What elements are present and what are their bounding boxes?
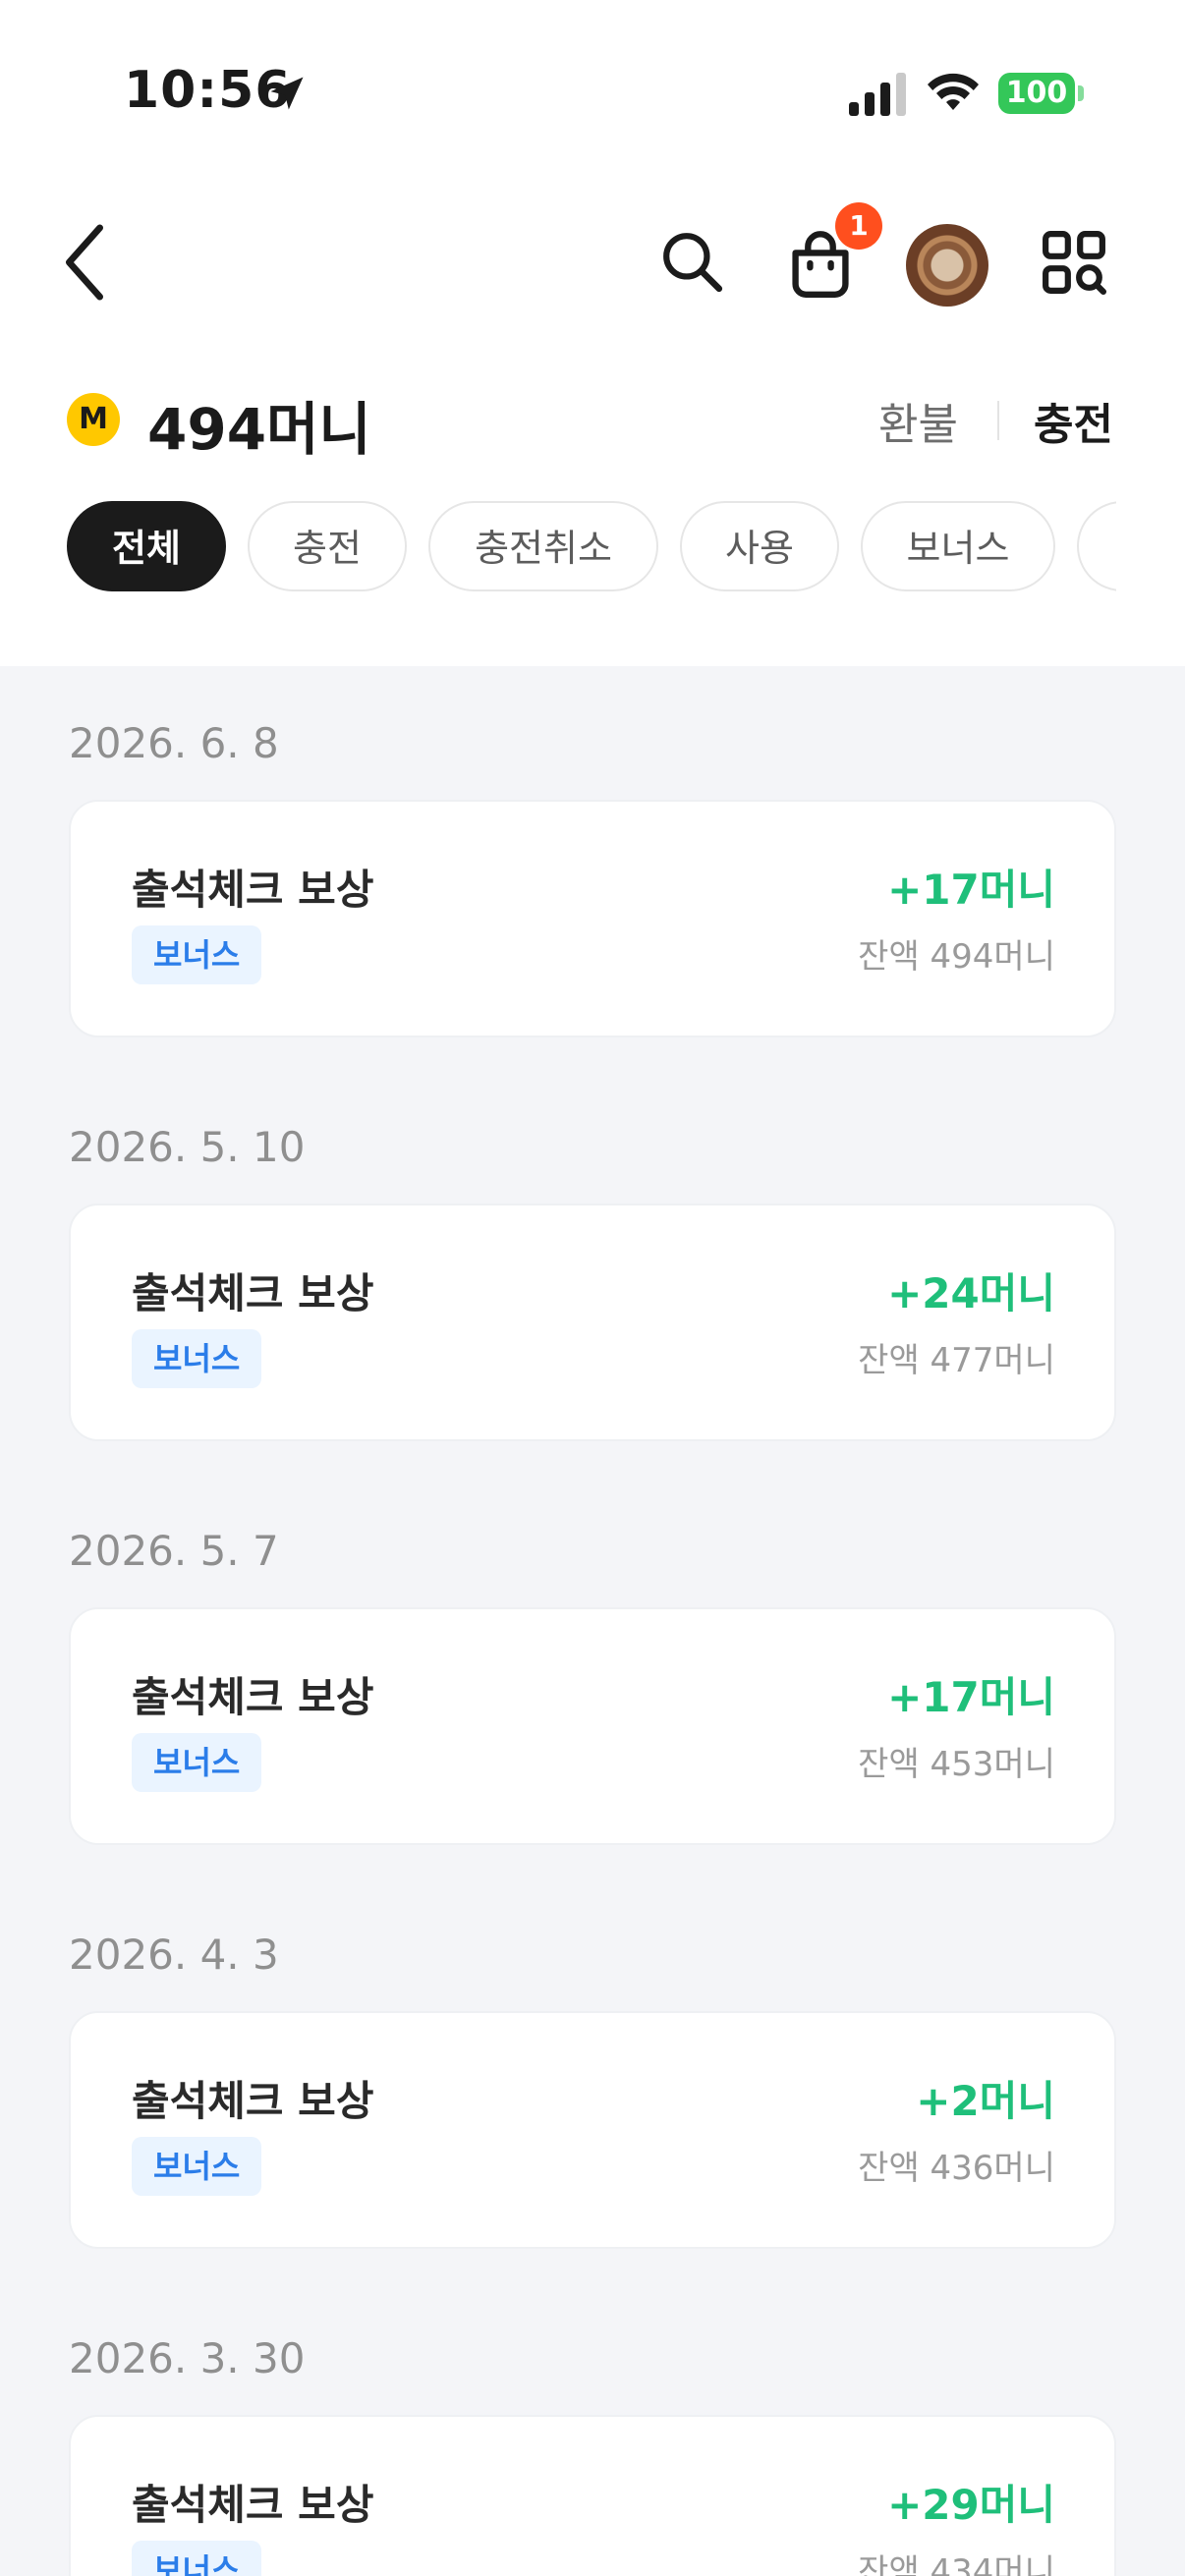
filter-chip-more[interactable] xyxy=(1077,501,1116,591)
transaction-tag: 보너스 xyxy=(132,2137,262,2196)
transaction-title: 출석체크 보상 xyxy=(132,866,374,914)
transaction-card[interactable]: 출석체크 보상 보너스 +29머니 잔액 434머니 xyxy=(69,2415,1116,2576)
refund-button[interactable]: 환불 xyxy=(878,389,958,452)
transaction-tag: 보너스 xyxy=(132,2541,262,2576)
transaction-amount: +2머니 xyxy=(916,2077,1055,2125)
date-header: 2026. 3. 30 xyxy=(69,2334,306,2382)
transaction-title: 출석체크 보상 xyxy=(132,2481,374,2529)
status-bar: 10:56 100 xyxy=(0,0,1185,187)
date-header: 2026. 6. 8 xyxy=(69,719,279,767)
date-header: 2026. 5. 10 xyxy=(69,1123,306,1171)
battery-icon: 100 xyxy=(998,71,1085,116)
avatar[interactable] xyxy=(906,224,988,307)
transaction-title: 출석체크 보상 xyxy=(132,1673,374,1721)
transaction-amount: +17머니 xyxy=(887,866,1055,914)
chevron-left-icon[interactable] xyxy=(61,224,108,301)
balance-amount: 494머니 xyxy=(147,396,371,463)
date-header: 2026. 4. 3 xyxy=(69,1931,279,1979)
battery-cap xyxy=(1078,85,1084,101)
filter-chip-charge[interactable]: 충전 xyxy=(248,501,407,591)
date-header: 2026. 5. 7 xyxy=(69,1527,279,1575)
transaction-card[interactable]: 출석체크 보상 보너스 +2머니 잔액 436머니 xyxy=(69,2011,1116,2249)
cart-badge: 1 xyxy=(835,202,882,250)
grid-search-icon[interactable] xyxy=(1042,230,1106,295)
wifi-icon xyxy=(928,73,979,110)
location-arrow-icon xyxy=(270,77,304,110)
filter-chips: 전체 충전 충전취소 사용 보너스 xyxy=(67,501,1116,595)
transaction-balance: 잔액 494머니 xyxy=(858,937,1055,977)
filter-chip-all[interactable]: 전체 xyxy=(67,501,226,591)
transaction-amount: +24머니 xyxy=(887,1269,1055,1317)
transaction-list: 2026. 6. 8 출석체크 보상 보너스 +17머니 잔액 494머니 20… xyxy=(0,666,1185,2576)
transaction-card[interactable]: 출석체크 보상 보너스 +17머니 잔액 494머니 xyxy=(69,800,1116,1037)
money-history-screen: 10:56 100 1 M 494머니 환불 충전 전체 충전 충전취소 사용 … xyxy=(0,0,1185,2576)
transaction-balance: 잔액 436머니 xyxy=(858,2149,1055,2188)
transaction-amount: +17머니 xyxy=(887,1673,1055,1721)
transaction-balance: 잔액 434머니 xyxy=(858,2552,1055,2576)
transaction-balance: 잔액 453머니 xyxy=(858,1745,1055,1784)
transaction-balance: 잔액 477머니 xyxy=(858,1341,1055,1380)
cellular-signal-icon xyxy=(849,73,906,116)
transaction-tag: 보너스 xyxy=(132,925,262,984)
money-coin-icon: M xyxy=(67,393,120,446)
divider xyxy=(997,401,999,440)
charge-button[interactable]: 충전 xyxy=(1034,389,1113,452)
battery-percent: 100 xyxy=(1005,76,1068,110)
filter-chip-use[interactable]: 사용 xyxy=(680,501,839,591)
transaction-card[interactable]: 출석체크 보상 보너스 +17머니 잔액 453머니 xyxy=(69,1607,1116,1845)
transaction-title: 출석체크 보상 xyxy=(132,1269,374,1317)
filter-chip-bonus[interactable]: 보너스 xyxy=(861,501,1055,591)
transaction-tag: 보너스 xyxy=(132,1733,262,1792)
transaction-tag: 보너스 xyxy=(132,1329,262,1388)
transaction-card[interactable]: 출석체크 보상 보너스 +24머니 잔액 477머니 xyxy=(69,1204,1116,1441)
transaction-amount: +29머니 xyxy=(887,2481,1055,2529)
filter-chip-charge-cancel[interactable]: 충전취소 xyxy=(428,501,658,591)
transaction-title: 출석체크 보상 xyxy=(132,2077,374,2125)
search-icon[interactable] xyxy=(660,230,725,295)
